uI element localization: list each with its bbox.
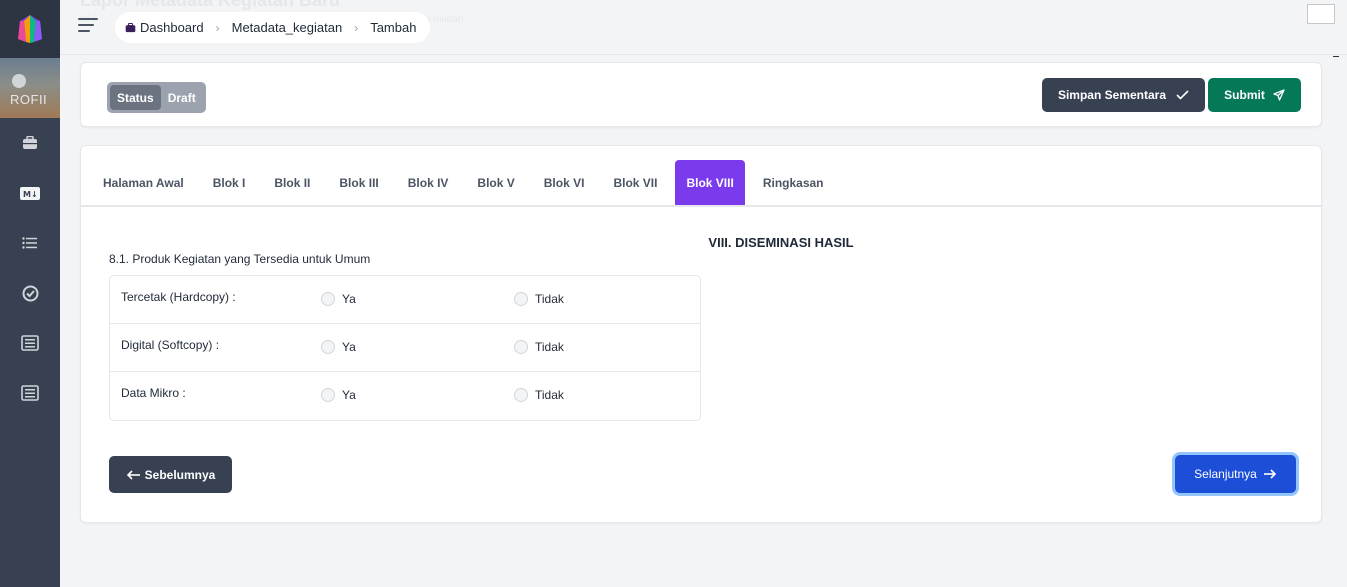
- table-row: Tercetak (Hardcopy) : Ya Tidak: [110, 276, 700, 324]
- breadcrumb: Dashboard › Metadata_kegiatan › Tambah: [115, 12, 431, 43]
- previous-label: Sebelumnya: [144, 467, 216, 482]
- tab-ringkasan[interactable]: Ringkasan: [752, 160, 835, 205]
- sidebar-item-newspaper-2[interactable]: [19, 382, 41, 404]
- sidebar-item-markdown[interactable]: M↓: [19, 182, 41, 204]
- sidebar-item-briefcase[interactable]: [19, 132, 41, 154]
- radio-hardcopy-yes[interactable]: Ya: [321, 292, 356, 306]
- radio-label: Ya: [342, 340, 356, 354]
- user-avatar[interactable]: [1307, 4, 1335, 24]
- tab-halaman-awal[interactable]: Halaman Awal: [92, 160, 195, 205]
- list-icon: [22, 237, 37, 249]
- profile-avatar[interactable]: ROFII: [0, 58, 60, 118]
- check-circle-icon: [22, 285, 38, 301]
- breadcrumb-label: Metadata_kegiatan: [231, 20, 343, 35]
- radio-label: Tidak: [535, 340, 564, 354]
- form-card: Halaman Awal Blok I Blok II Blok III Blo…: [80, 145, 1322, 523]
- question-label: 8.1. Produk Kegiatan yang Tersedia untuk…: [109, 252, 371, 266]
- tab-blok-2[interactable]: Blok II: [263, 160, 321, 205]
- send-icon: [1273, 89, 1285, 101]
- newspaper-icon: [21, 385, 39, 401]
- table-row: Digital (Softcopy) : Ya Tidak: [110, 324, 700, 372]
- tab-blok-1[interactable]: Blok I: [202, 160, 257, 205]
- status-label: Status: [110, 85, 161, 110]
- check-icon: [1176, 90, 1189, 100]
- breadcrumb-metadata[interactable]: Metadata_kegiatan: [232, 20, 343, 35]
- save-draft-button[interactable]: Simpan Sementara: [1042, 78, 1205, 112]
- radio-button[interactable]: [514, 340, 528, 354]
- sidebar-item-check[interactable]: [19, 282, 41, 304]
- tab-bar: Halaman Awal Blok I Blok II Blok III Blo…: [81, 146, 1321, 207]
- radio-hardcopy-no[interactable]: Tidak: [514, 292, 564, 306]
- radio-label: Ya: [342, 388, 356, 402]
- radio-label: Ya: [342, 292, 356, 306]
- radio-label: Tidak: [535, 388, 564, 402]
- crystal-logo-icon: [18, 15, 42, 43]
- top-header: Lapor Metadata Kegiatan Baru Isi f l mud…: [60, 0, 1347, 55]
- row-label: Digital (Softcopy) :: [121, 338, 220, 352]
- tab-blok-5[interactable]: Blok V: [466, 160, 525, 205]
- markdown-icon: M↓: [20, 186, 40, 200]
- radio-button[interactable]: [321, 340, 335, 354]
- row-label: Tercetak (Hardcopy) :: [121, 290, 236, 304]
- page-title: Lapor Metadata Kegiatan Baru: [80, 0, 341, 10]
- table-row: Data Mikro : Ya Tidak: [110, 372, 700, 420]
- tab-blok-4[interactable]: Blok IV: [397, 160, 460, 205]
- divider: [1333, 56, 1339, 57]
- row-label: Data Mikro :: [121, 386, 186, 400]
- sidebar: ROFII M↓: [0, 0, 60, 587]
- page-subtitle-right: l mudah: [428, 14, 464, 25]
- breadcrumb-label: Tambah: [370, 20, 417, 35]
- sidebar-item-list[interactable]: [19, 232, 41, 254]
- radio-button[interactable]: [514, 292, 528, 306]
- question-table: Tercetak (Hardcopy) : Ya Tidak Digital (…: [109, 275, 701, 421]
- previous-button[interactable]: Sebelumnya: [109, 456, 232, 493]
- section-title: VIII. DISEMINASI HASIL: [708, 235, 854, 250]
- profile-text: ROFII: [10, 92, 48, 107]
- tab-blok-8[interactable]: Blok VIII: [675, 160, 745, 205]
- breadcrumb-separator-icon: ›: [215, 20, 220, 35]
- status-value: Draft: [167, 90, 196, 105]
- breadcrumb-label: Dashboard: [140, 20, 204, 35]
- status-badge: Status Draft: [107, 82, 206, 113]
- radio-datamikro-no[interactable]: Tidak: [514, 388, 564, 402]
- breadcrumb-separator-icon: ›: [354, 20, 359, 35]
- radio-label: Tidak: [535, 292, 564, 306]
- radio-button[interactable]: [321, 292, 335, 306]
- briefcase-icon: [23, 136, 37, 149]
- briefcase-icon: [125, 22, 136, 32]
- avatar-decoration: [12, 74, 26, 88]
- next-label: Selanjutnya: [1194, 467, 1257, 481]
- status-card: Status Draft Simpan Sementara Submit: [80, 62, 1322, 127]
- menu-toggle-icon[interactable]: [78, 18, 98, 34]
- tab-blok-7[interactable]: Blok VII: [602, 160, 668, 205]
- svg-text:M↓: M↓: [23, 190, 38, 199]
- save-draft-label: Simpan Sementara: [1057, 88, 1167, 102]
- submit-button[interactable]: Submit: [1208, 78, 1301, 112]
- breadcrumb-current: Tambah: [370, 20, 416, 35]
- radio-softcopy-yes[interactable]: Ya: [321, 340, 356, 354]
- arrow-left-icon: [126, 469, 140, 480]
- tab-blok-3[interactable]: Blok III: [328, 160, 389, 205]
- radio-softcopy-no[interactable]: Tidak: [514, 340, 564, 354]
- newspaper-icon: [21, 335, 39, 351]
- radio-datamikro-yes[interactable]: Ya: [321, 388, 356, 402]
- radio-button[interactable]: [514, 388, 528, 402]
- tab-blok-6[interactable]: Blok VI: [533, 160, 596, 205]
- sidebar-item-newspaper-1[interactable]: [19, 332, 41, 354]
- arrow-right-icon: [1263, 469, 1276, 479]
- app-logo[interactable]: [0, 0, 60, 58]
- next-button[interactable]: Selanjutnya: [1175, 455, 1296, 493]
- radio-button[interactable]: [321, 388, 335, 402]
- breadcrumb-dashboard[interactable]: Dashboard: [125, 20, 204, 35]
- submit-label: Submit: [1224, 88, 1265, 102]
